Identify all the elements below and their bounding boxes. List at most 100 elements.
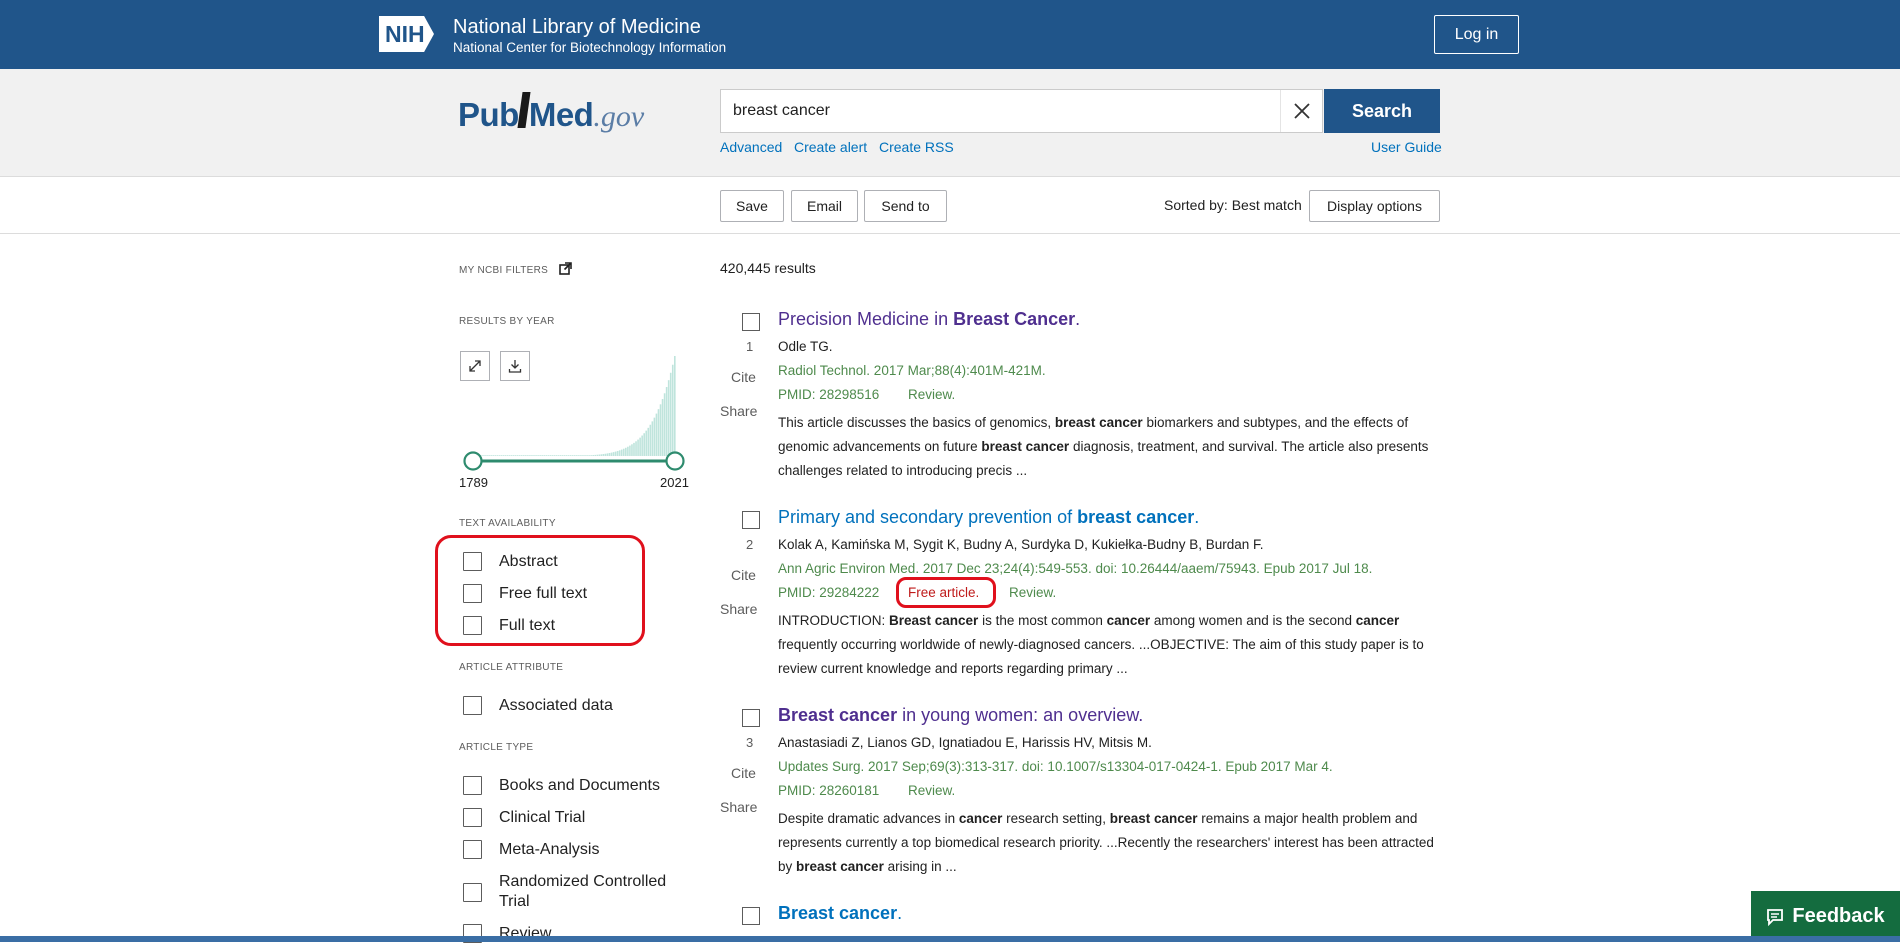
review-badge: Review. xyxy=(908,783,956,798)
year-start-handle[interactable] xyxy=(463,451,483,471)
year-bar xyxy=(659,404,662,456)
year-bar xyxy=(594,454,597,456)
snippet-highlight: breast cancer xyxy=(981,439,1070,454)
year-bar xyxy=(637,439,639,456)
filter-clinical-trial[interactable]: Clinical Trial xyxy=(463,808,585,830)
year-bar xyxy=(520,455,523,456)
year-bar xyxy=(667,380,670,456)
toolbar-divider xyxy=(0,233,1900,234)
year-bar xyxy=(639,437,641,456)
result-title-link[interactable]: Primary and secondary prevention of brea… xyxy=(778,505,1199,529)
result-authors: Odle TG. xyxy=(778,339,833,354)
filter-books-and-documents[interactable]: Books and Documents xyxy=(463,776,660,798)
result-snippet: INTRODUCTION: Breast cancer is the most … xyxy=(778,609,1438,681)
snippet-text: arising in ... xyxy=(883,859,957,874)
result-pmid: PMID: 29284222 xyxy=(778,585,880,600)
nih-names[interactable]: National Library of Medicine National Ce… xyxy=(453,16,726,56)
login-button[interactable]: Log in xyxy=(1434,15,1519,54)
review-badge: Review. xyxy=(1009,585,1057,600)
year-end-handle[interactable] xyxy=(665,451,685,471)
result-checkbox[interactable] xyxy=(742,511,760,529)
year-bar xyxy=(561,455,564,456)
result-checkbox[interactable] xyxy=(742,907,760,925)
filter-label: Associated data xyxy=(499,697,613,714)
year-bar xyxy=(582,455,584,456)
feedback-button[interactable]: Feedback xyxy=(1751,891,1900,942)
title-highlight: Breast Cancer xyxy=(953,309,1076,329)
share-button[interactable]: Share xyxy=(720,799,757,815)
taskbar-strip xyxy=(0,936,1900,942)
display-options-button[interactable]: Display options xyxy=(1309,190,1440,222)
cite-button[interactable]: Cite xyxy=(731,369,756,385)
year-bar xyxy=(541,455,543,456)
result-checkbox[interactable] xyxy=(742,313,760,331)
snippet-highlight: cancer xyxy=(958,811,1003,826)
filter-checkbox[interactable] xyxy=(463,808,482,827)
create-alert-link[interactable]: Create alert xyxy=(794,139,867,155)
year-bar xyxy=(512,455,515,456)
result-authors: Anastasiadi Z, Lianos GD, Ignatiadou E, … xyxy=(778,735,1152,750)
year-bar xyxy=(669,372,672,456)
filter-checkbox[interactable] xyxy=(463,840,482,859)
create-rss-link[interactable]: Create RSS xyxy=(879,139,954,155)
filter-checkbox[interactable] xyxy=(463,776,482,795)
result-title-link[interactable]: Breast cancer. xyxy=(778,901,902,925)
share-button[interactable]: Share xyxy=(720,403,757,419)
snippet-text: INTRODUCTION: xyxy=(778,613,889,628)
email-button[interactable]: Email xyxy=(791,190,858,222)
result-number: 3 xyxy=(746,735,754,750)
my-ncbi-filters-label: MY NCBI FILTERS xyxy=(459,265,549,276)
save-button[interactable]: Save xyxy=(720,190,784,222)
year-bar xyxy=(525,455,527,456)
year-bar xyxy=(504,455,507,456)
filter-randomized-controlled-trial[interactable]: Randomized Controlled Trial xyxy=(463,872,669,912)
year-bar xyxy=(655,413,658,456)
year-bar xyxy=(643,433,645,456)
year-bar xyxy=(518,455,521,456)
results-by-year-chart[interactable] xyxy=(459,345,689,475)
pubmed-logo-pub: Pub xyxy=(458,96,519,133)
result-checkbox[interactable] xyxy=(742,709,760,727)
share-button[interactable]: Share xyxy=(720,601,757,617)
year-bar xyxy=(535,455,537,456)
nih-logo[interactable]: NIH xyxy=(379,16,434,52)
search-input[interactable] xyxy=(720,89,1323,133)
ncbi-subtitle: National Center for Biotechnology Inform… xyxy=(453,40,727,55)
clear-search-button[interactable] xyxy=(1280,90,1322,132)
search-button[interactable]: Search xyxy=(1324,89,1440,133)
filter-review[interactable]: Review xyxy=(463,924,551,946)
title-text: Primary and secondary prevention of xyxy=(778,507,1078,527)
year-bar xyxy=(612,452,615,456)
year-bar xyxy=(563,455,566,456)
nlm-title: National Library of Medicine xyxy=(453,16,701,38)
advanced-link[interactable]: Advanced xyxy=(720,139,782,155)
results-by-year-heading: RESULTS BY YEAR xyxy=(459,316,555,327)
year-bar xyxy=(649,424,652,456)
year-bar xyxy=(629,445,631,456)
year-bar xyxy=(510,455,513,456)
year-bar xyxy=(651,421,654,456)
text-availability-highlight xyxy=(435,535,645,646)
result-snippet: Despite dramatic advances in cancer rese… xyxy=(778,807,1438,879)
result-title-link[interactable]: Precision Medicine in Breast Cancer. xyxy=(778,307,1080,331)
send-to-button[interactable]: Send to xyxy=(864,190,947,222)
year-bar xyxy=(574,455,576,456)
cite-button[interactable]: Cite xyxy=(731,567,756,583)
year-bar xyxy=(614,451,617,456)
filter-checkbox[interactable] xyxy=(463,882,482,902)
pubmed-logo[interactable]: Pub Med.gov xyxy=(458,92,644,136)
year-bar xyxy=(553,455,556,456)
year-bar xyxy=(588,455,590,456)
filter-associated-data[interactable]: Associated data xyxy=(463,696,613,718)
year-bar xyxy=(539,455,541,456)
year-bar xyxy=(633,442,635,456)
year-bar xyxy=(606,453,609,456)
result-title-link[interactable]: Breast cancer in young women: an overvie… xyxy=(778,703,1143,727)
filter-label: Randomized Controlled Trial xyxy=(499,873,667,910)
filter-checkbox[interactable] xyxy=(463,696,482,715)
result-pmid: PMID: 28260181 xyxy=(778,783,880,798)
user-guide-link[interactable]: User Guide xyxy=(1371,139,1442,155)
my-ncbi-filters-heading[interactable]: MY NCBI FILTERS xyxy=(459,262,573,276)
cite-button[interactable]: Cite xyxy=(731,765,756,781)
filter-meta-analysis[interactable]: Meta-Analysis xyxy=(463,840,599,862)
